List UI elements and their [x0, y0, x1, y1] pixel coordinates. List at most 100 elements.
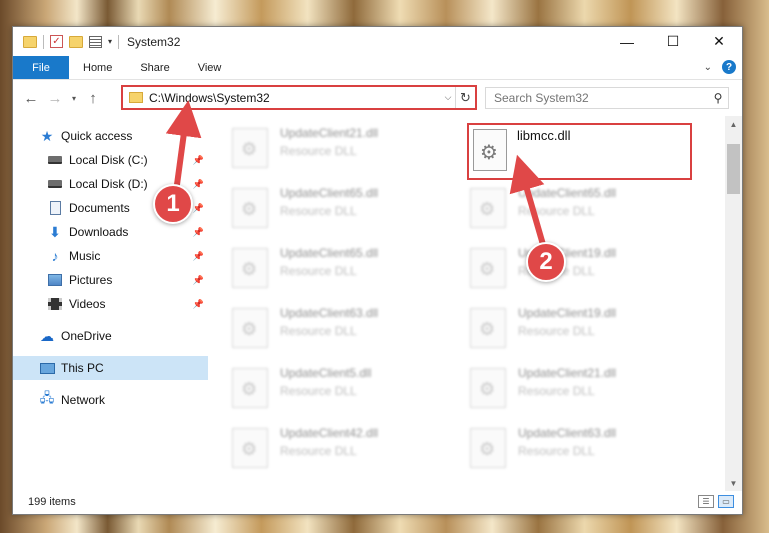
- file-type: Resource DLL: [518, 324, 595, 338]
- search-icon[interactable]: ⚲: [708, 91, 728, 105]
- file-name: UpdateClient63.dll: [280, 306, 379, 320]
- sidebar-item-local-disk-c[interactable]: Local Disk (C:) 📌: [13, 148, 208, 172]
- window-title: System32: [127, 34, 181, 49]
- file-item[interactable]: UpdateClient19.dll Resource DLL: [470, 244, 690, 294]
- tab-view[interactable]: View: [184, 56, 236, 79]
- toolbar-divider: [118, 34, 120, 49]
- sidebar-item-label: Music: [69, 249, 101, 263]
- cloud-icon: ☁: [40, 327, 54, 344]
- forward-arrow-icon[interactable]: →: [43, 90, 67, 107]
- search-box[interactable]: ⚲: [485, 87, 729, 109]
- sidebar-item-onedrive[interactable]: ☁ OneDrive: [13, 324, 208, 348]
- file-name: libmcc.dll: [517, 128, 571, 143]
- sidebar-item-quick-access[interactable]: ★ Quick access: [13, 124, 208, 148]
- window-controls: — ☐ ✕: [604, 27, 742, 56]
- address-bar[interactable]: C:\Windows\System32 ⌵ ↻: [121, 85, 477, 110]
- new-folder-icon[interactable]: [69, 35, 83, 48]
- dll-file-icon: [232, 248, 268, 288]
- refresh-icon[interactable]: ↻: [455, 87, 475, 108]
- download-icon: ⬇: [49, 223, 61, 240]
- dll-file-icon: [470, 188, 506, 228]
- sidebar-item-label: Local Disk (D:): [69, 177, 148, 191]
- sidebar-item-pictures[interactable]: Pictures 📌: [13, 268, 208, 292]
- sidebar-item-this-pc[interactable]: This PC: [13, 356, 208, 380]
- file-item[interactable]: UpdateClient65.dll Resource DLL: [232, 184, 452, 234]
- status-bar: 199 items ☰ ▭: [13, 490, 742, 514]
- sidebar-item-downloads[interactable]: ⬇ Downloads 📌: [13, 220, 208, 244]
- sidebar-item-label: Downloads: [69, 225, 129, 239]
- quick-access-toolbar: ✓ ▾: [13, 34, 120, 49]
- pin-icon[interactable]: 📌: [193, 179, 204, 190]
- close-button[interactable]: ✕: [696, 27, 742, 56]
- scroll-down-arrow-icon[interactable]: ▼: [725, 475, 742, 491]
- vertical-scrollbar[interactable]: ▲ ▼: [725, 116, 742, 491]
- sidebar-item-videos[interactable]: Videos 📌: [13, 292, 208, 316]
- dll-file-icon: [470, 428, 506, 468]
- back-arrow-icon[interactable]: ←: [19, 90, 43, 107]
- tab-file[interactable]: File: [13, 56, 69, 79]
- file-item[interactable]: UpdateClient5.dll Resource DLL: [232, 364, 452, 414]
- item-count: 199 items: [28, 496, 76, 508]
- file-item[interactable]: UpdateClient21.dll Resource DLL: [470, 364, 690, 414]
- checkmark-properties-icon[interactable]: ✓: [50, 35, 63, 48]
- target-file-libmcc-dll[interactable]: libmcc.dll: [467, 123, 692, 180]
- address-path[interactable]: C:\Windows\System32: [149, 91, 441, 105]
- help-icon[interactable]: ?: [722, 60, 736, 74]
- customize-toolbar-chevron-icon[interactable]: ▾: [108, 37, 112, 46]
- picture-icon: [47, 272, 63, 288]
- file-item[interactable]: UpdateClient42.dll Resource DLL: [232, 424, 452, 474]
- file-item[interactable]: UpdateClient63.dll Resource DLL: [232, 304, 452, 354]
- dll-file-icon: [470, 248, 506, 288]
- file-item[interactable]: UpdateClient65.dll Resource DLL: [470, 184, 690, 234]
- sidebar-item-label: Network: [61, 393, 106, 407]
- file-name: UpdateClient42.dll: [280, 426, 379, 440]
- pin-icon[interactable]: 📌: [193, 275, 204, 286]
- file-item[interactable]: UpdateClient21.dll Resource DLL: [232, 124, 452, 174]
- dll-file-icon: [473, 129, 507, 171]
- title-bar: ✓ ▾ System32 — ☐ ✕: [13, 27, 742, 56]
- file-item[interactable]: UpdateClient63.dll Resource DLL: [470, 424, 690, 474]
- scroll-up-arrow-icon[interactable]: ▲: [725, 116, 742, 132]
- file-item[interactable]: UpdateClient65.dll Resource DLL: [232, 244, 452, 294]
- sidebar-item-music[interactable]: ♪ Music 📌: [13, 244, 208, 268]
- address-dropdown-chevron-icon[interactable]: ⌵: [441, 92, 455, 103]
- ribbon-tabs: File Home Share View ⌄ ?: [13, 56, 742, 80]
- pin-icon[interactable]: 📌: [193, 251, 204, 262]
- file-name: UpdateClient5.dll: [280, 366, 372, 380]
- dll-file-icon: [232, 428, 268, 468]
- minimize-button[interactable]: —: [604, 27, 650, 56]
- recent-locations-chevron-icon[interactable]: ▾: [67, 94, 81, 103]
- file-name: UpdateClient21.dll: [518, 366, 617, 380]
- scrollbar-thumb[interactable]: [727, 144, 740, 194]
- dll-file-icon: [232, 128, 268, 168]
- sidebar-item-network[interactable]: 🖧 Network: [13, 388, 208, 412]
- details-view-icon[interactable]: ☰: [698, 495, 714, 508]
- file-list: UpdateClient21.dll Resource DLL UpdateCl…: [208, 116, 742, 491]
- tab-share[interactable]: Share: [126, 56, 183, 79]
- file-type: Resource DLL: [518, 384, 595, 398]
- maximize-button[interactable]: ☐: [650, 27, 696, 56]
- pin-icon[interactable]: 📌: [193, 227, 204, 238]
- pin-icon[interactable]: 📌: [193, 155, 204, 166]
- disk-icon: [47, 152, 63, 168]
- folder-icon: [129, 92, 143, 103]
- file-type: Resource DLL: [280, 144, 357, 158]
- sidebar-item-label: Videos: [69, 297, 106, 311]
- view-toggles: ☰ ▭: [698, 495, 734, 508]
- file-name: UpdateClient65.dll: [280, 246, 379, 260]
- pin-icon[interactable]: 📌: [193, 203, 204, 214]
- file-item[interactable]: UpdateClient19.dll Resource DLL: [470, 304, 690, 354]
- file-name: UpdateClient21.dll: [280, 126, 379, 140]
- expand-ribbon-chevron-icon[interactable]: ⌄: [704, 62, 712, 73]
- up-arrow-icon[interactable]: ↑: [81, 90, 105, 107]
- large-icons-view-icon[interactable]: ▭: [718, 495, 734, 508]
- search-input[interactable]: [494, 91, 708, 105]
- file-explorer-window: ✓ ▾ System32 — ☐ ✕ File Home Share View …: [12, 26, 743, 515]
- properties-icon[interactable]: [89, 35, 102, 48]
- tab-home[interactable]: Home: [69, 56, 126, 79]
- dll-file-icon: [232, 368, 268, 408]
- pin-icon[interactable]: 📌: [193, 299, 204, 310]
- sidebar-item-label: Quick access: [61, 129, 133, 143]
- dll-file-icon: [470, 308, 506, 348]
- navigation-pane: ★ Quick access Local Disk (C:) 📌 Local D…: [13, 116, 208, 491]
